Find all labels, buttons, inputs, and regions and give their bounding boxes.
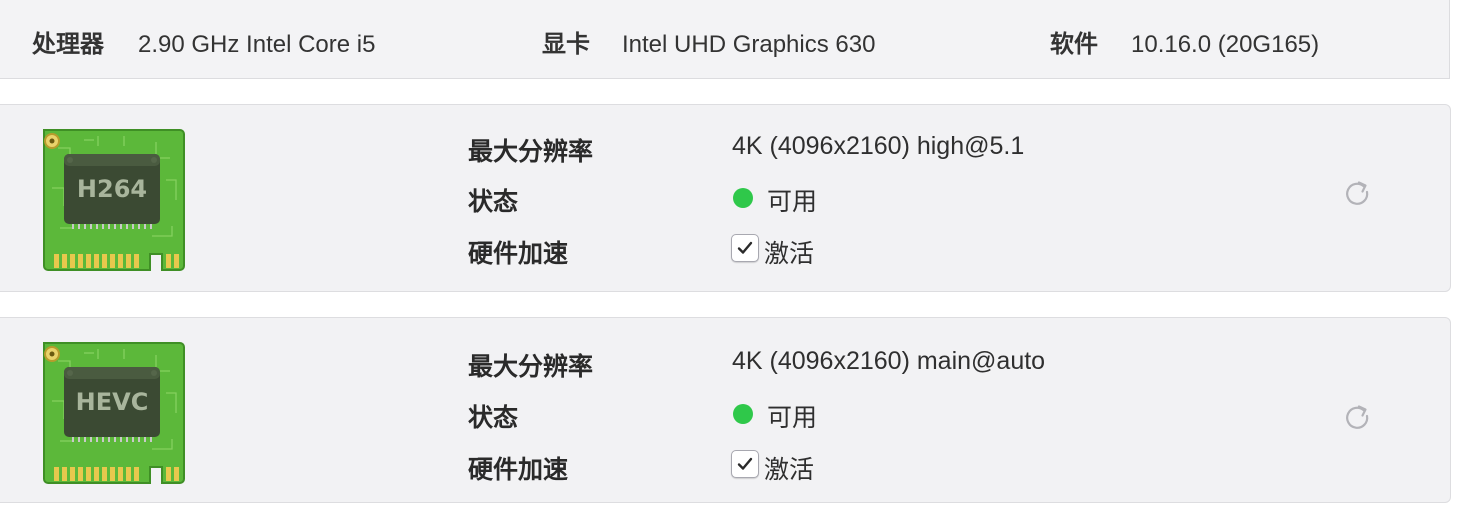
- status-value: 可用: [767, 404, 818, 432]
- cpu-value: 2.90 GHz Intel Core i5: [138, 31, 376, 58]
- max-resolution-label: 最大分辨率: [468, 353, 594, 381]
- hardware-acceleration-checkbox[interactable]: [731, 234, 759, 262]
- hardware-acceleration-checkbox[interactable]: [731, 450, 759, 478]
- status-dot-icon: [733, 404, 753, 424]
- hardware-acceleration-label: 硬件加速: [468, 240, 569, 268]
- gpu-value: Intel UHD Graphics 630: [622, 31, 876, 58]
- codec-card-h264: H264 最大分辨率 4K (4096x2160) high@5.1 状态 可用…: [0, 104, 1451, 292]
- refresh-icon[interactable]: [1343, 178, 1371, 206]
- status-dot-icon: [733, 188, 753, 208]
- chip-label: HEVC: [76, 388, 149, 416]
- hardware-acceleration-checkbox-label[interactable]: 激活: [764, 234, 814, 270]
- max-resolution-value: 4K (4096x2160) high@5.1: [732, 132, 1025, 160]
- checkmark-icon: [737, 241, 753, 254]
- max-resolution-value: 4K (4096x2160) main@auto: [732, 347, 1046, 375]
- status-value: 可用: [767, 188, 818, 216]
- gpu-label: 显卡: [542, 31, 590, 58]
- codec-card-hevc: HEVC 最大分辨率 4K (4096x2160) main@auto 状态 可…: [0, 317, 1451, 503]
- software-label: 软件: [1050, 31, 1098, 58]
- hardware-acceleration-label: 硬件加速: [468, 456, 569, 484]
- chip-label: H264: [77, 175, 147, 203]
- checkmark-icon: [737, 457, 753, 470]
- status-label: 状态: [468, 188, 519, 216]
- software-value: 10.16.0 (20G165): [1131, 31, 1320, 58]
- chip-icon: HEVC: [43, 342, 185, 484]
- hardware-acceleration-checkbox-label[interactable]: 激活: [764, 450, 814, 486]
- system-info-bar: 处理器 2.90 GHz Intel Core i5 显卡 Intel UHD …: [0, 0, 1450, 79]
- max-resolution-label: 最大分辨率: [468, 138, 594, 166]
- cpu-label: 处理器: [32, 31, 104, 58]
- chip-icon: H264: [43, 129, 185, 271]
- status-label: 状态: [468, 404, 519, 432]
- refresh-icon[interactable]: [1343, 402, 1371, 430]
